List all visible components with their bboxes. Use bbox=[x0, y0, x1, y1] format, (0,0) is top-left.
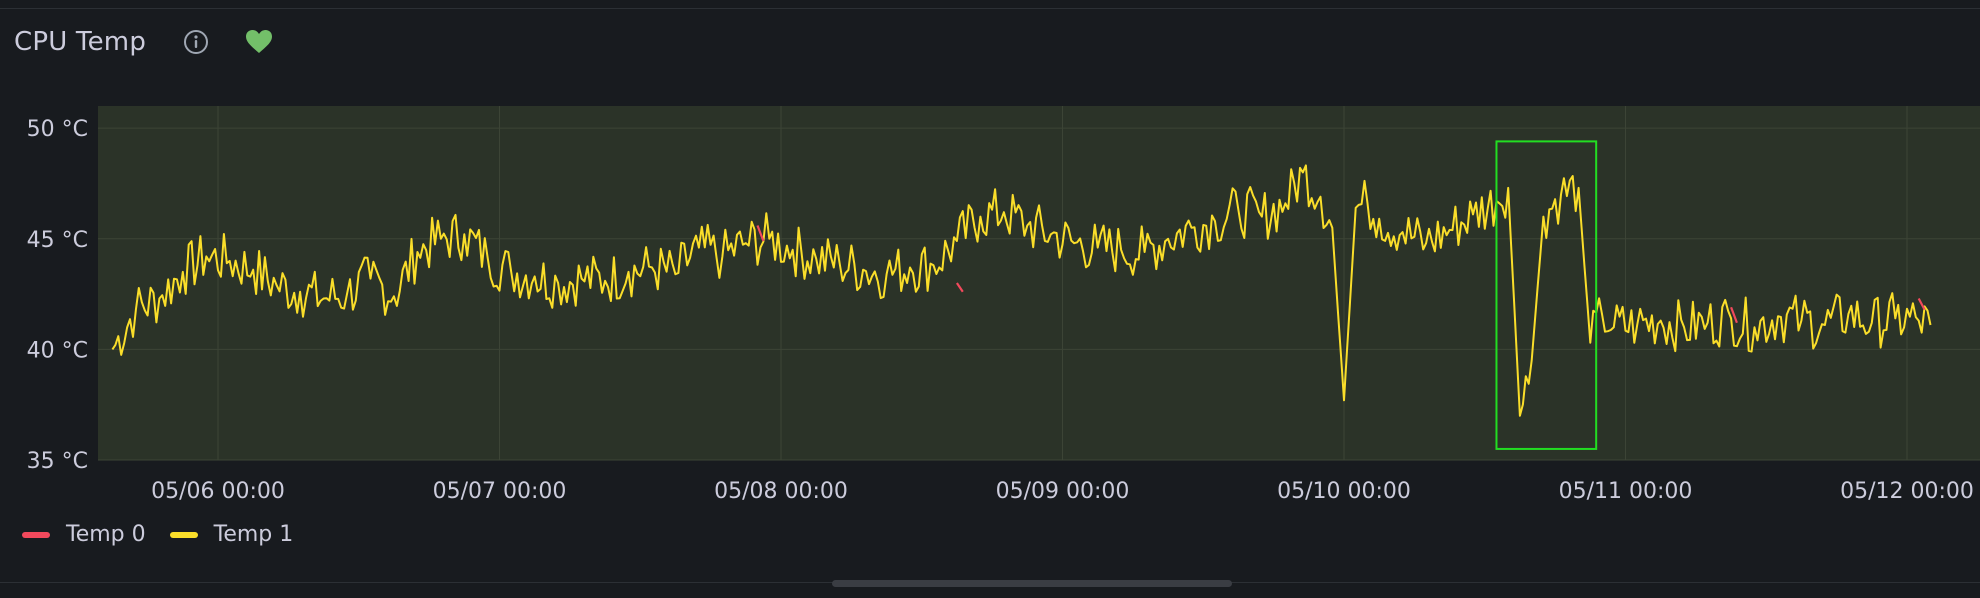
horizontal-scrollbar[interactable] bbox=[832, 580, 1232, 587]
x-tick-label: 05/07 00:00 bbox=[433, 479, 567, 504]
y-tick-label: 50 °C bbox=[27, 117, 88, 142]
x-tick-label: 05/06 00:00 bbox=[151, 479, 285, 504]
legend-swatch-temp-1 bbox=[169, 531, 198, 538]
info-circle-icon[interactable] bbox=[182, 28, 210, 56]
legend-item-temp-0[interactable]: Temp 0 bbox=[22, 522, 146, 547]
legend-item-temp-1[interactable]: Temp 1 bbox=[169, 522, 294, 547]
heart-icon[interactable] bbox=[244, 28, 274, 56]
x-tick-label: 05/10 00:00 bbox=[1277, 479, 1411, 504]
panel-header: CPU Temp bbox=[14, 22, 274, 62]
chart-legend: Temp 0 Temp 1 bbox=[22, 522, 317, 547]
y-tick-label: 40 °C bbox=[27, 338, 88, 363]
x-tick-label: 05/08 00:00 bbox=[714, 479, 848, 504]
y-tick-label: 45 °C bbox=[27, 228, 88, 253]
legend-label-temp-1: Temp 1 bbox=[213, 522, 294, 547]
x-tick-label: 05/12 00:00 bbox=[1840, 479, 1974, 504]
panel-title[interactable]: CPU Temp bbox=[14, 27, 146, 57]
legend-swatch-temp-0 bbox=[22, 531, 50, 538]
cpu-temp-chart[interactable]: 35 °C 40 °C 45 °C 50 °C 05/06 00:00 05/07 00:… bbox=[0, 80, 1980, 510]
legend-label-temp-0: Temp 0 bbox=[66, 522, 146, 547]
plot-area bbox=[98, 106, 1980, 460]
panel-border-top bbox=[0, 8, 1980, 9]
y-tick-label: 35 °C bbox=[27, 449, 88, 474]
x-tick-label: 05/11 00:00 bbox=[1559, 479, 1693, 504]
x-tick-label: 05/09 00:00 bbox=[996, 479, 1130, 504]
